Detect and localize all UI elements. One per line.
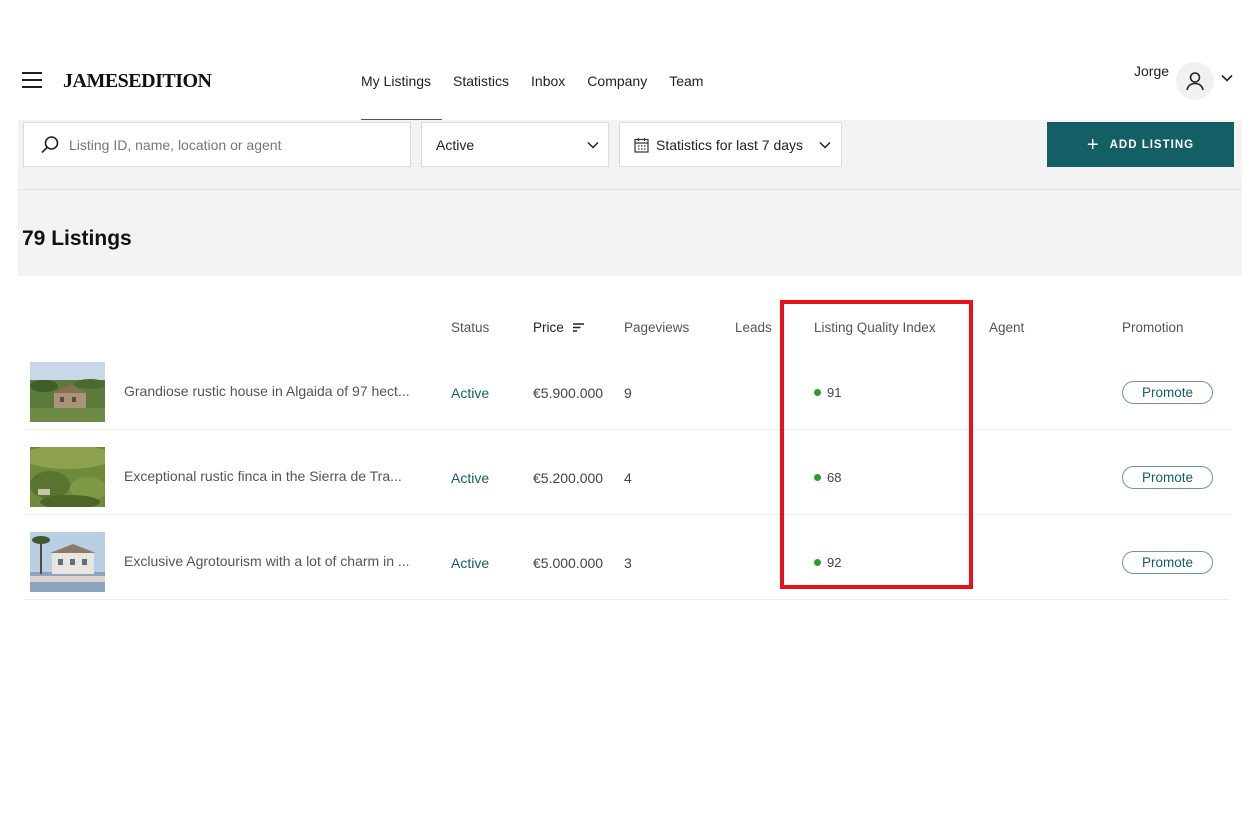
add-listing-button[interactable]: + ADD LISTING [1047,122,1234,167]
search-input[interactable] [69,134,399,156]
nav-company[interactable]: Company [576,60,658,121]
listing-status: Active [451,555,490,571]
main-nav: My Listings Statistics Inbox Company Tea… [350,60,714,121]
table-row[interactable]: Exceptional rustic finca in the Sierra d… [24,430,1230,515]
user-icon [1186,72,1204,91]
stats-period-value: Statistics for last 7 days [656,137,804,153]
promote-button[interactable]: Promote [1122,381,1213,404]
column-header-price-label: Price [533,320,564,335]
listing-name[interactable]: Exclusive Agrotourism with a lot of char… [124,553,410,569]
listing-status: Active [451,385,490,401]
avatar[interactable] [1176,62,1214,100]
listing-pageviews: 3 [624,555,632,571]
column-header-pageviews: Pageviews [624,320,690,335]
stats-period-dropdown[interactable]: Statistics for last 7 days [619,122,842,167]
nav-my-listings[interactable]: My Listings [350,60,443,121]
column-header-promotion: Promotion [1122,320,1184,335]
search-box[interactable] [23,122,411,167]
listing-thumbnail[interactable] [30,447,105,507]
calendar-icon [634,138,649,153]
listing-thumbnail[interactable] [30,362,105,422]
table-row[interactable]: Grandiose rustic house in Algaida of 97 … [24,345,1230,430]
status-dropdown-value: Active [436,137,475,153]
table-row[interactable]: Exclusive Agrotourism with a lot of char… [24,515,1230,600]
search-icon [41,136,59,154]
plus-icon: + [1086,133,1100,156]
nav-statistics[interactable]: Statistics [442,60,520,121]
column-header-leads: Leads [735,320,772,335]
logo[interactable]: JAMESEDITION [63,70,212,93]
column-header-status: Status [451,320,490,335]
sort-icon[interactable] [573,323,584,332]
listing-status: Active [451,470,490,486]
column-header-price[interactable]: Price [533,320,584,335]
add-listing-label: ADD LISTING [1109,138,1195,151]
listing-name[interactable]: Grandiose rustic house in Algaida of 97 … [124,383,410,399]
filter-panel: Active Statistics for last 7 days + ADD … [18,120,1242,276]
status-dropdown[interactable]: Active [421,122,609,167]
listing-price: €5.000.000 [533,555,604,571]
nav-team[interactable]: Team [658,60,714,121]
listing-thumbnail[interactable] [30,532,105,592]
user-name[interactable]: Jorge [1134,63,1169,79]
quality-index-highlight-box [780,300,973,589]
listing-pageviews: 4 [624,470,632,486]
listing-name[interactable]: Exceptional rustic finca in the Sierra d… [124,468,402,484]
promote-button[interactable]: Promote [1122,466,1213,489]
promote-button[interactable]: Promote [1122,551,1213,574]
nav-inbox[interactable]: Inbox [520,60,576,121]
hamburger-menu-icon[interactable] [22,72,42,88]
top-header: JAMESEDITION My Listings Statistics Inbo… [0,0,1260,121]
listing-pageviews: 9 [624,385,632,401]
listings-count-title: 79 Listings [22,227,132,250]
chevron-down-icon[interactable] [1221,74,1233,82]
listing-price: €5.900.000 [533,385,604,401]
chevron-down-icon [819,141,831,149]
listing-price: €5.200.000 [533,470,604,486]
divider [18,189,1242,190]
chevron-down-icon [587,141,599,149]
column-header-agent: Agent [989,320,1025,335]
